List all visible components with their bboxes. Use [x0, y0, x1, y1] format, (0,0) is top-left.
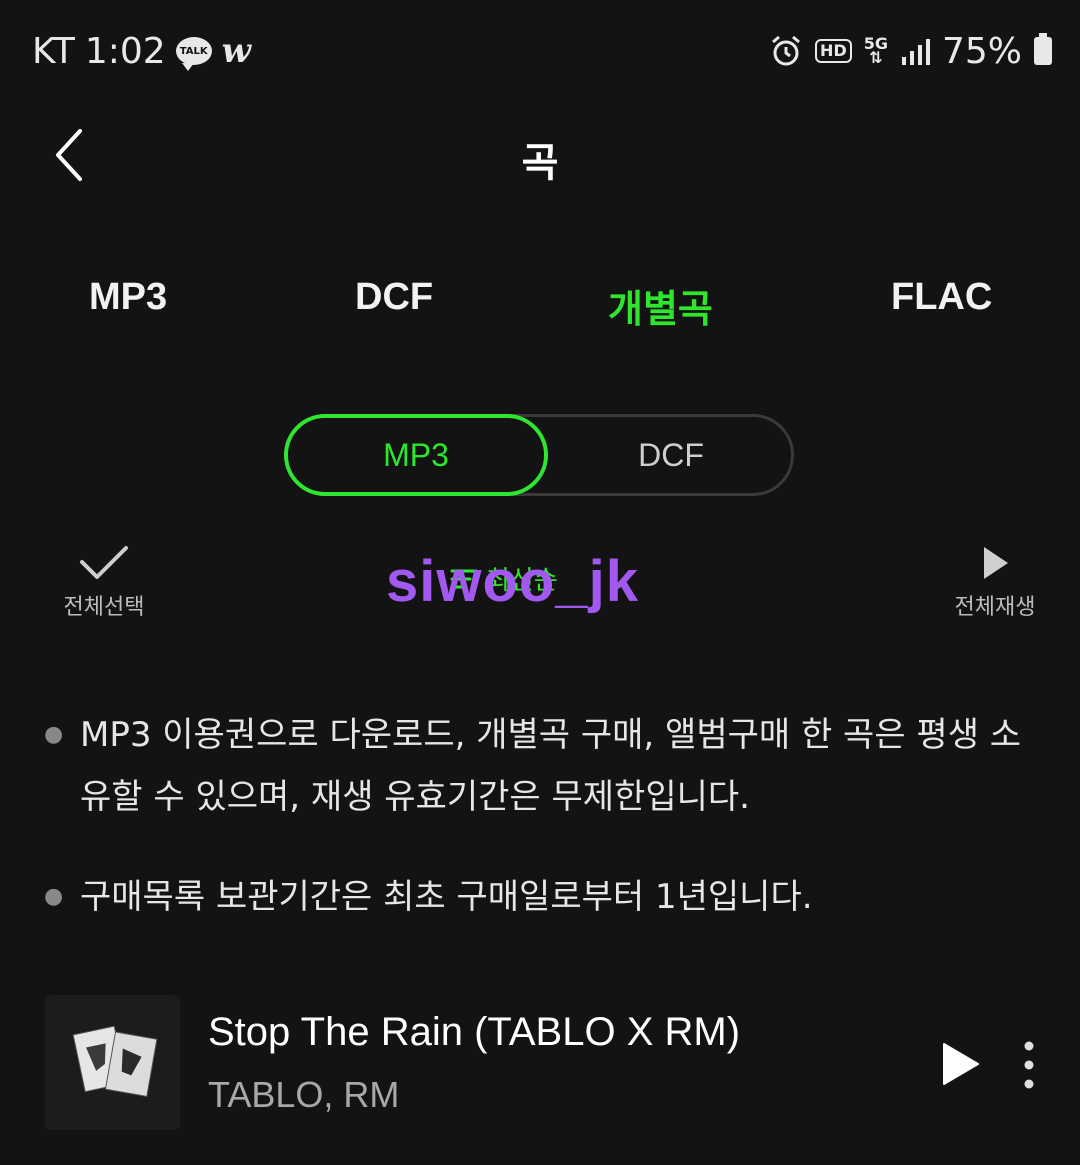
play-all-button[interactable]: 전체재생 — [940, 545, 1050, 621]
battery-percent: 75% — [941, 30, 1022, 72]
more-options-icon[interactable] — [1018, 1040, 1040, 1090]
battery-icon — [1034, 33, 1052, 65]
kakaotalk-icon: TALK — [175, 37, 212, 71]
bullet-dot: ● — [44, 884, 64, 909]
track-title[interactable]: Stop The Rain (TABLO X RM) — [208, 1010, 740, 1055]
hd-voice-icon: HD — [815, 39, 852, 63]
carrier-label: KT — [32, 30, 75, 72]
tab-individual-songs[interactable]: 개별곡 — [608, 278, 713, 333]
tab-mp3[interactable]: MP3 — [89, 276, 167, 319]
notice-item: ● 구매목록 보관기간은 최초 구매일로부터 1년입니다. — [44, 866, 1044, 928]
talk-icon-label: TALK — [179, 45, 208, 57]
w-app-icon: w — [221, 31, 251, 71]
play-all-label: 전체재생 — [954, 595, 1036, 620]
toggle-option-dcf[interactable]: DCF — [548, 414, 794, 496]
track-play-icon[interactable] — [938, 1040, 982, 1088]
album-cover-image — [45, 995, 180, 1130]
tab-dcf[interactable]: DCF — [355, 276, 433, 319]
play-icon — [984, 547, 1008, 579]
track-artist: TABLO, RM — [208, 1074, 400, 1115]
checkmark-icon — [80, 546, 128, 579]
bullet-dot: ● — [44, 722, 64, 747]
notice-text: MP3 이용권으로 다운로드, 개별곡 구매, 앨범구매 한 곡은 평생 소유할… — [80, 715, 1022, 817]
clock: 1:02 — [84, 30, 166, 72]
select-all-label: 전체선택 — [63, 595, 145, 620]
notice-text: 구매목록 보관기간은 최초 구매일로부터 1년입니다. — [80, 877, 813, 917]
page-title: 곡 — [521, 140, 559, 186]
status-bar-left: KT 1:02 TALK w — [32, 28, 251, 74]
network-label: 5G — [863, 34, 888, 53]
network-5g-icon: 5G ⇅ — [863, 34, 888, 67]
alarm-icon — [772, 35, 801, 66]
tab-flac[interactable]: FLAC — [891, 276, 992, 319]
album-art[interactable] — [45, 995, 180, 1130]
signal-icon — [901, 39, 930, 65]
status-bar-right: HD 5G ⇅ 75% — [769, 28, 1052, 74]
toggle-option-mp3[interactable]: MP3 — [284, 414, 548, 496]
select-all-button[interactable]: 전체선택 — [44, 545, 164, 621]
watermark-text: siwoo_jk — [386, 549, 639, 614]
notice-item: ● MP3 이용권으로 다운로드, 개별곡 구매, 앨범구매 한 곡은 평생 소… — [44, 704, 1044, 828]
